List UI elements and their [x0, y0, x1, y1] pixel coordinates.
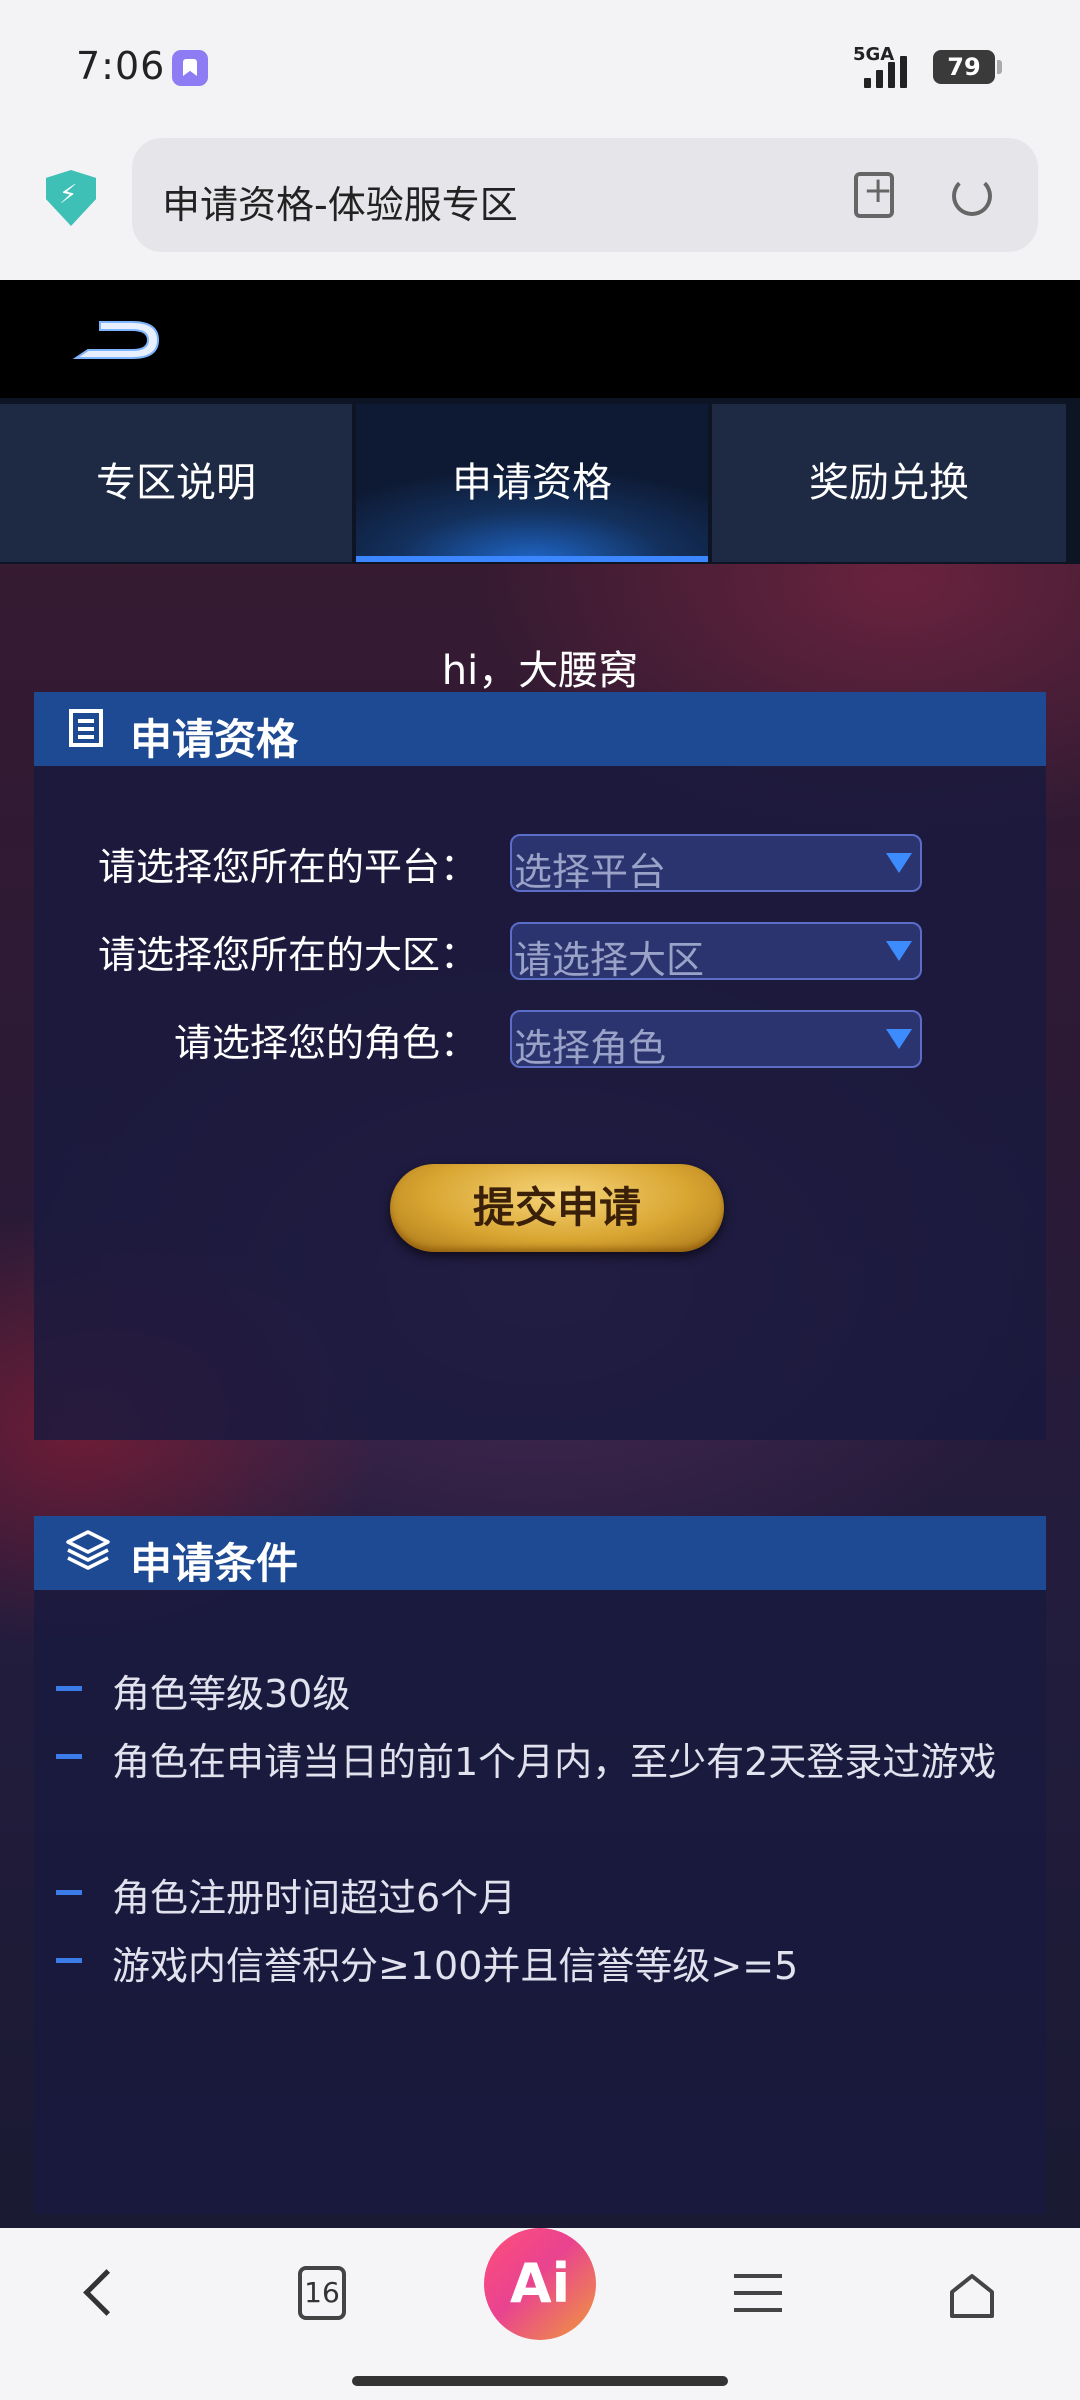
game-page: 专区说明 申请资格 奖励兑换 hi，大腰窝 申请资格 请选择您所在的平台： 选择…: [0, 280, 1080, 2228]
platform-label: 请选择您所在的平台：: [97, 845, 478, 889]
conditions-panel: 申请条件 角色等级30级 角色在申请当日的前1个月内，至少有2天登录过游戏 角色…: [34, 1516, 1046, 2214]
home-indicator: [352, 2376, 728, 2386]
game-header: [0, 280, 1080, 398]
home-icon[interactable]: [946, 2270, 998, 2322]
status-bar: 7:06 5GA 79: [0, 0, 1080, 130]
ai-assistant-button[interactable]: Ai: [484, 2228, 596, 2340]
greeting-text: hi，大腰窝: [441, 648, 639, 694]
role-label: 请选择您的角色：: [173, 1021, 478, 1065]
address-bar[interactable]: 申请资格-体验服专区: [132, 138, 1038, 252]
condition-text: 角色注册时间超过6个月: [112, 1876, 517, 1920]
tabs-count-button[interactable]: 16: [298, 2266, 346, 2320]
role-select-value: 选择角色: [514, 1026, 667, 1070]
caret-down-icon: [886, 1029, 912, 1049]
menu-icon[interactable]: [734, 2270, 782, 2316]
layers-icon: [66, 1530, 110, 1570]
security-shield-icon[interactable]: [46, 170, 96, 226]
dash-bullet-icon: [56, 1958, 82, 1963]
conditions-panel-header: 申请条件: [34, 1516, 1046, 1590]
role-select[interactable]: 选择角色: [510, 1010, 922, 1070]
region-label: 请选择您所在的大区：: [97, 933, 478, 977]
condition-text: 角色在申请当日的前1个月内，至少有2天登录过游戏: [112, 1740, 997, 1784]
back-icon[interactable]: [83, 2269, 130, 2316]
tab-bar: 专区说明 申请资格 奖励兑换: [0, 398, 1080, 564]
dash-bullet-icon: [56, 1890, 82, 1895]
caret-down-icon: [886, 853, 912, 873]
platform-select-value: 选择平台: [514, 850, 667, 894]
region-select[interactable]: 请选择大区: [510, 922, 922, 982]
apply-panel-title: 申请资格: [130, 715, 299, 764]
back-arrow-icon[interactable]: [70, 314, 164, 362]
apply-panel-header: 申请资格: [34, 692, 1046, 766]
signal-icon: [860, 48, 920, 88]
notification-app-icon: [172, 50, 208, 86]
condition-text: 角色等级30级: [112, 1672, 351, 1716]
dash-bullet-icon: [56, 1754, 82, 1759]
document-icon: [69, 709, 103, 747]
apply-panel: 申请资格 请选择您所在的平台： 选择平台 请选择您所在的大区： 请选择大区 请选…: [34, 692, 1046, 1440]
browser-bottom-nav: 16 Ai: [0, 2228, 1080, 2400]
caret-down-icon: [886, 941, 912, 961]
tab-apply[interactable]: 申请资格: [356, 404, 708, 562]
add-bookmark-icon[interactable]: [854, 170, 894, 218]
region-select-value: 请选择大区: [514, 938, 705, 982]
battery-icon: 79: [933, 50, 1002, 84]
submit-application-button[interactable]: 提交申请: [390, 1164, 724, 1252]
status-time: 7:06: [76, 44, 166, 88]
dash-bullet-icon: [56, 1686, 82, 1691]
tab-rewards[interactable]: 奖励兑换: [712, 404, 1066, 562]
tab-zone-info[interactable]: 专区说明: [0, 404, 352, 562]
reload-icon[interactable]: [952, 176, 992, 216]
conditions-panel-title: 申请条件: [130, 1539, 299, 1588]
platform-select[interactable]: 选择平台: [510, 834, 922, 894]
condition-text: 游戏内信誉积分≥100并且信誉等级>=5: [112, 1944, 799, 1988]
page-title: 申请资格-体验服专区: [162, 183, 518, 227]
browser-toolbar: 申请资格-体验服专区: [0, 130, 1080, 280]
